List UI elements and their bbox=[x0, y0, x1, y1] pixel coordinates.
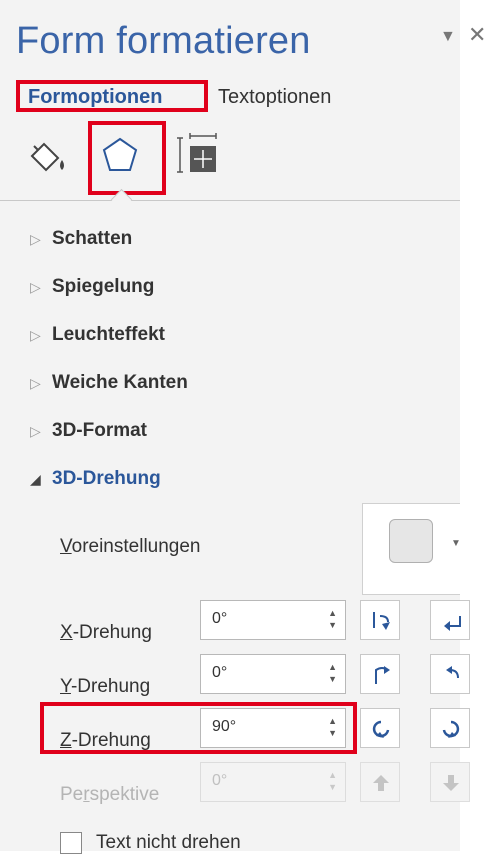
pane-title: Form formatieren bbox=[16, 20, 311, 62]
y-rotate-up-button[interactable] bbox=[360, 654, 400, 694]
z-rotate-clockwise-button[interactable] bbox=[430, 708, 470, 748]
section-3d-format[interactable]: ▷ 3D-Format bbox=[30, 420, 147, 454]
highlight-box-effects bbox=[88, 121, 166, 195]
expand-arrow-icon: ▷ bbox=[30, 375, 41, 391]
rotate-left-icon bbox=[373, 612, 390, 630]
collapse-arrow-icon: ◢ bbox=[30, 471, 41, 487]
section-weiche-kanten[interactable]: ▷ Weiche Kanten bbox=[30, 372, 188, 406]
perspective-increase-button bbox=[430, 762, 470, 802]
y-rotation-label: Y-Drehung bbox=[60, 676, 151, 697]
y-rotate-down-button[interactable] bbox=[430, 654, 470, 694]
highlight-box-z-rotation bbox=[40, 702, 357, 754]
rotate-down-icon bbox=[446, 666, 459, 679]
rotate-up-icon bbox=[375, 666, 390, 684]
section-spiegelung[interactable]: ▷ Spiegelung bbox=[30, 276, 154, 310]
x-rotate-right-button[interactable] bbox=[430, 600, 470, 640]
fill-line-icon[interactable] bbox=[24, 136, 72, 181]
section-3d-drehung[interactable]: ◢ 3D-Drehung bbox=[30, 468, 161, 502]
perspective-input: 0° ▲ ▼ bbox=[200, 762, 346, 802]
preset-swatch bbox=[389, 519, 433, 563]
spinner-arrows-icon[interactable]: ▲ ▼ bbox=[328, 607, 337, 631]
perspective-label: Perspektive bbox=[60, 784, 160, 805]
rotate-clockwise-icon bbox=[442, 720, 460, 738]
rotate-counterclockwise-icon bbox=[372, 720, 390, 738]
chevron-down-icon: ▼ bbox=[451, 538, 461, 549]
section-leuchteffekt[interactable]: ▷ Leuchteffekt bbox=[30, 324, 165, 358]
presets-label: Voreinstellungen bbox=[60, 536, 201, 557]
presets-dropdown[interactable]: ▼ bbox=[362, 503, 461, 595]
expand-arrow-icon: ▷ bbox=[30, 423, 41, 439]
tab-textoptionen[interactable]: Textoptionen bbox=[218, 86, 331, 109]
spinner-arrows-icon[interactable]: ▲ ▼ bbox=[328, 661, 337, 685]
perspective-decrease-button bbox=[360, 762, 400, 802]
y-rotation-input[interactable]: 0° ▲ ▼ bbox=[200, 654, 346, 694]
rotate-right-icon bbox=[444, 616, 461, 631]
section-schatten[interactable]: ▷ Schatten bbox=[30, 228, 132, 262]
close-icon[interactable]: ✕ bbox=[468, 22, 486, 48]
x-rotate-left-button[interactable] bbox=[360, 600, 400, 640]
expand-arrow-icon: ▷ bbox=[30, 231, 41, 247]
x-rotation-label: X-Drehung bbox=[60, 622, 152, 643]
size-properties-icon[interactable] bbox=[176, 132, 220, 181]
format-shape-pane: Form formatieren ▼ ✕ Formoptionen Textop… bbox=[0, 0, 486, 854]
z-rotate-counterclockwise-button[interactable] bbox=[360, 708, 400, 748]
highlight-box-formoptionen bbox=[16, 80, 208, 112]
arrow-up-icon bbox=[373, 775, 389, 791]
x-rotation-input[interactable]: 0° ▲ ▼ bbox=[200, 600, 346, 640]
expand-arrow-icon: ▷ bbox=[30, 327, 41, 343]
spinner-arrows-icon: ▲ ▼ bbox=[328, 770, 337, 792]
expand-arrow-icon: ▷ bbox=[30, 279, 41, 295]
arrow-down-icon bbox=[443, 775, 459, 791]
divider bbox=[0, 200, 460, 201]
chevron-down-icon[interactable]: ▼ bbox=[440, 28, 456, 46]
